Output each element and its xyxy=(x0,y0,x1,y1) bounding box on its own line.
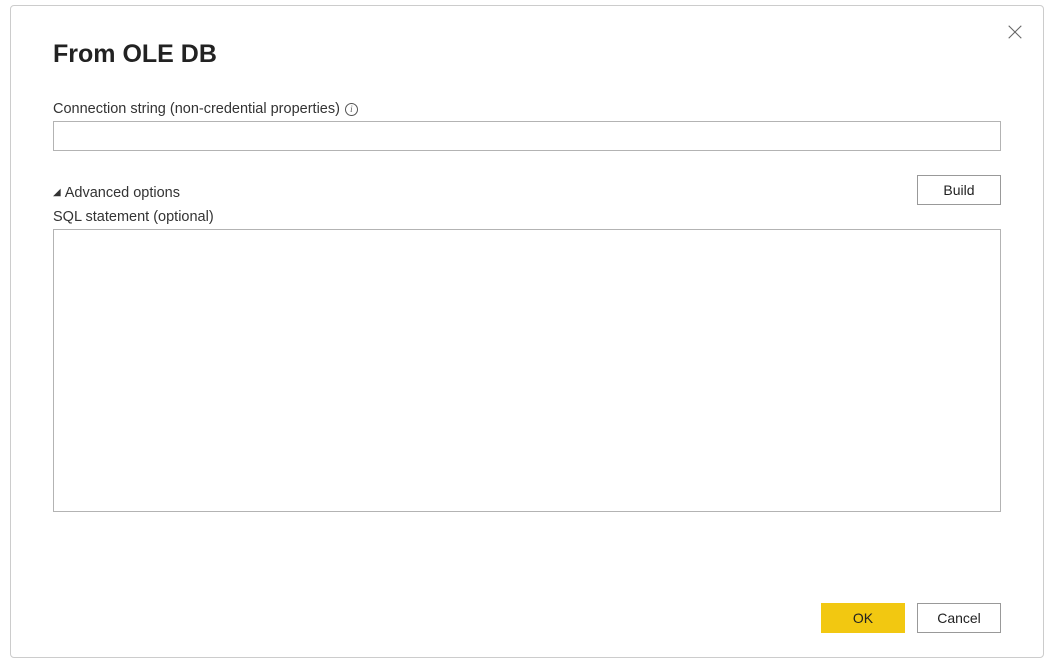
close-icon xyxy=(1006,23,1024,41)
ok-button[interactable]: OK xyxy=(821,603,905,633)
sql-statement-label: SQL statement (optional) xyxy=(53,209,1001,225)
dialog-footer: OK Cancel xyxy=(821,603,1001,633)
connection-string-label: Connection string (non-credential proper… xyxy=(53,101,340,117)
cancel-button[interactable]: Cancel xyxy=(917,603,1001,633)
triangle-down-icon: ◢ xyxy=(53,188,61,198)
connection-string-label-row: Connection string (non-credential proper… xyxy=(53,101,1001,117)
connection-string-input[interactable] xyxy=(53,121,1001,151)
advanced-options-label: Advanced options xyxy=(65,185,180,201)
dialog-title: From OLE DB xyxy=(53,40,1001,69)
info-icon[interactable]: i xyxy=(345,103,358,116)
build-button[interactable]: Build xyxy=(917,175,1001,205)
sql-statement-input[interactable] xyxy=(53,229,1001,512)
dialog-from-oledb: From OLE DB Connection string (non-crede… xyxy=(10,5,1044,658)
close-button[interactable] xyxy=(1005,22,1025,42)
advanced-options-toggle[interactable]: ◢ Advanced options xyxy=(53,185,1001,201)
